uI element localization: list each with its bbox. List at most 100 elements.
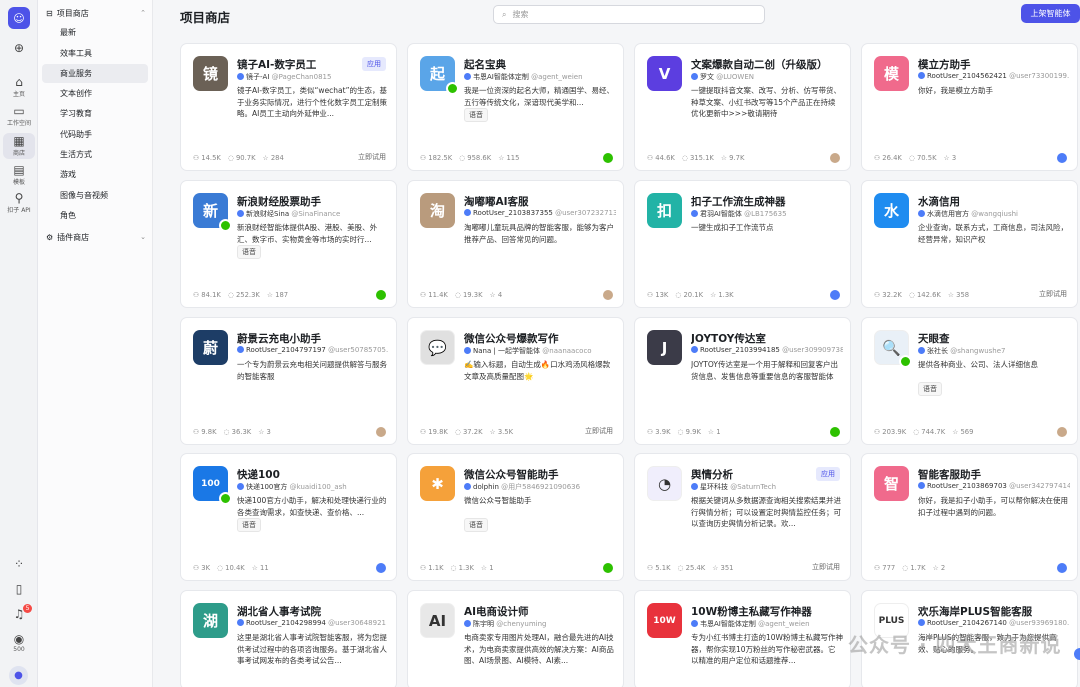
channel-icon bbox=[1057, 427, 1067, 437]
users-icon: ⚇ 11.4K bbox=[420, 291, 448, 299]
agent-card[interactable]: ✱ 微信公众号智能助手 dolphin @用户5846921090636 微信公众号智… bbox=[407, 453, 624, 581]
search-input[interactable]: ⌕ 搜索 bbox=[493, 5, 765, 24]
bell-icon[interactable]: ♫ bbox=[0, 608, 38, 621]
author-avatar bbox=[918, 347, 925, 354]
agent-card[interactable]: AI AI电商设计师 陈宇明 @chenyuming 电商卖家专用图片处理AI，融合最… bbox=[407, 590, 624, 687]
agent-card[interactable]: 100 快递100 快递100官方 @kuaidi100_ash 快递100官方小助手… bbox=[180, 453, 397, 581]
sidebar-item[interactable]: 效率工具 bbox=[42, 44, 148, 63]
sidebar-item[interactable]: 商业服务 bbox=[42, 64, 148, 83]
agent-description: 快递100官方小助手，解决和处理快递行业的各类查询需求，如查快递、查价格、... bbox=[237, 496, 387, 517]
chat-count-icon: ◌ 744.7K bbox=[913, 428, 946, 436]
agent-author: 韦恩AI智能体定制 @agent_weien bbox=[464, 72, 616, 82]
try-now-link[interactable]: 立即试用 bbox=[358, 152, 386, 162]
agent-card[interactable]: 水水滴信用 水滴信用官方 @wangqiushi 企业查询，联系方式，工商信息，司法… bbox=[861, 180, 1078, 308]
wechat-icon bbox=[219, 492, 232, 505]
author-avatar bbox=[237, 346, 244, 353]
sidebar-item[interactable]: 最新 bbox=[42, 23, 148, 42]
voice-chip: 语音 bbox=[237, 245, 261, 259]
sidebar-section-project-store[interactable]: ⊟ 项目商店 ⌃ bbox=[46, 3, 146, 23]
create-icon[interactable]: ⊕ bbox=[0, 42, 38, 55]
rail-workspace[interactable]: ▭ 工作空间 bbox=[0, 105, 38, 128]
star-icon: ☆ 3.5K bbox=[489, 428, 514, 436]
avatar[interactable]: ● bbox=[9, 666, 28, 685]
agent-author: RootUser_2103837355 @user3072327131 bbox=[464, 209, 616, 217]
sidebar-item[interactable]: 角色 bbox=[42, 206, 148, 225]
star-icon: ☆ 1 bbox=[480, 564, 494, 572]
agent-description: 专为小红书博主打造的10W粉博主私藏写作神器，帮你实现10万粉丝的写作秘密武器。… bbox=[691, 633, 843, 665]
agent-card[interactable]: 新新浪财经股票助手 新浪财经Sina @SinaFinance 新浪财经智能体提供A… bbox=[180, 180, 397, 308]
rail-templates[interactable]: ▤ 模板 bbox=[0, 163, 38, 187]
agent-avatar: 新 bbox=[193, 193, 232, 232]
try-now-link[interactable]: 立即试用 bbox=[1039, 289, 1067, 299]
agent-card[interactable]: 淘淘嘟嘟AI客服 RootUser_2103837355 @user3072327… bbox=[407, 180, 624, 308]
try-now-link[interactable]: 立即试用 bbox=[585, 426, 613, 436]
document-icon[interactable]: ▯ bbox=[0, 583, 38, 596]
sidebar-item[interactable]: 学习教育 bbox=[42, 104, 148, 123]
template-icon: ▤ bbox=[13, 163, 25, 177]
author-avatar bbox=[918, 210, 925, 217]
voice-chip: 语音 bbox=[464, 518, 488, 532]
agent-author: 快递100官方 @kuaidi100_ash bbox=[237, 482, 389, 492]
agent-description: 一个专为蔚景云充电相关问题提供解答与服务的智能客服 bbox=[237, 360, 387, 381]
sidebar-item[interactable]: 图像与音视频 bbox=[42, 186, 148, 205]
sidebar-item[interactable]: 文本创作 bbox=[42, 84, 148, 103]
agent-card[interactable]: 起起名宝典 韦恩AI智能体定制 @agent_weien 我是一位资深的起名大师，精… bbox=[407, 43, 624, 171]
agent-card[interactable]: 扣扣子工作流生成神器 君羽AI智能体 @LB175635 一键生成扣子工作流节点 ⚇ … bbox=[634, 180, 851, 308]
agent-author: 星环科技 @SaturnTech bbox=[691, 482, 843, 492]
sidebar-section-plugin-store[interactable]: ⚙ 插件商店 ⌄ bbox=[46, 227, 146, 247]
agent-card[interactable]: ◔ 舆情分析 应用 星环科技 @SaturnTech 根据关键词从多数据源查询相关搜索结… bbox=[634, 453, 851, 581]
users-icon: ⚇ 14.5K bbox=[193, 154, 221, 162]
agent-avatar: 🔍 bbox=[874, 330, 912, 368]
agent-author: Nana | 一起学智能体 @naanaacoco bbox=[464, 346, 616, 356]
sidebar-item[interactable]: 生活方式 bbox=[42, 145, 148, 164]
agent-card[interactable]: 蔚蔚景云充电小助手 RootUser_2104797197 @user507857… bbox=[180, 317, 397, 445]
app-tag: 应用 bbox=[362, 57, 386, 71]
coze-logo[interactable]: ☺ bbox=[8, 7, 30, 29]
agent-avatar: 100 bbox=[193, 466, 232, 505]
agent-name: JOYTOY传达室 bbox=[691, 333, 766, 345]
agent-card[interactable]: 镜镜子AI-数字员工 应用 镜子-AI @PageChan0815 镜子AI-数字员工… bbox=[180, 43, 397, 171]
sidebar-item[interactable]: 代码助手 bbox=[42, 125, 148, 144]
agent-name: 蔚景云充电小助手 bbox=[237, 333, 321, 345]
users-icon: ⚇ 203.9K bbox=[874, 428, 907, 436]
chat-count-icon: ◌ 1.3K bbox=[450, 564, 474, 572]
points-indicator[interactable]: ◉ 500 bbox=[0, 633, 38, 654]
grid-icon: ⊟ bbox=[46, 8, 53, 18]
agent-card[interactable]: 🔍 天眼查 张社长 @shangwushe7 提供各种商业、公司、法人详细信息 语音 ⚇ … bbox=[861, 317, 1078, 445]
agent-name: 文案爆款自动二创（升级版） bbox=[691, 59, 828, 71]
agent-avatar: ◔ bbox=[647, 466, 682, 501]
agent-name: 10W粉博主私藏写作神器 bbox=[691, 606, 812, 618]
agent-card[interactable]: 智智能客服助手 RootUser_2103869703 @user34279741… bbox=[861, 453, 1078, 581]
author-avatar bbox=[464, 209, 471, 216]
publish-agent-button[interactable]: 上架智能体 bbox=[1021, 4, 1080, 23]
agent-author: RootUser_2103994185 @user3099097381 bbox=[691, 346, 843, 354]
agent-avatar: 模 bbox=[874, 56, 909, 91]
agent-author: RootUser_2104267140 @user93969180... bbox=[918, 619, 1070, 627]
rail-store[interactable]: ▦ 商店 bbox=[3, 133, 35, 159]
users-icon: ⚇ 5.1K bbox=[647, 564, 671, 572]
agent-card[interactable]: 模模立方助手 RootUser_2104562421 @user73300199.… bbox=[861, 43, 1078, 171]
star-icon: ☆ 3 bbox=[943, 154, 957, 162]
wechat-icon bbox=[446, 82, 459, 95]
agent-author: RootUser_2104298994 @user30648921 bbox=[237, 619, 389, 627]
floating-button[interactable] bbox=[1074, 648, 1080, 660]
users-icon: ⚇ 44.6K bbox=[647, 154, 675, 162]
agent-description: 根据关键词从多数据源查询相关搜索结果并进行舆情分析；可以设置定时舆情监控任务；可… bbox=[691, 496, 841, 528]
page-title: 项目商店 bbox=[180, 10, 231, 25]
sidebar-item[interactable]: 游戏 bbox=[42, 165, 148, 184]
author-avatar bbox=[918, 72, 925, 79]
rail-api[interactable]: ⚲ 扣子 API bbox=[0, 192, 38, 215]
agent-card[interactable]: 10W 10W粉博主私藏写作神器 韦恩AI智能体定制 @agent_weien 专为小… bbox=[634, 590, 851, 687]
agent-author: 水滴信用官方 @wangqiushi bbox=[918, 209, 1070, 219]
rail-home[interactable]: ⌂ 主页 bbox=[0, 76, 38, 99]
try-now-link[interactable]: 立即试用 bbox=[812, 562, 840, 572]
agent-card[interactable]: V 文案爆款自动二创（升级版） 罗文 @LUOWEN 一键提取抖音文案、改写、分析、仿… bbox=[634, 43, 851, 171]
chat-count-icon: ◌ 37.2K bbox=[454, 428, 483, 436]
chat-count-icon: ◌ 9.9K bbox=[677, 428, 701, 436]
agent-card[interactable]: 💬 微信公众号爆款写作 Nana | 一起学智能体 @naanaacoco ✍️输入标… bbox=[407, 317, 624, 445]
agent-author: 镜子-AI @PageChan0815 bbox=[237, 72, 389, 82]
agent-card[interactable]: J JOYTOY传达室 RootUser_2103994185 @user30990… bbox=[634, 317, 851, 445]
chat-count-icon: ◌ 315.1K bbox=[681, 154, 714, 162]
agent-card[interactable]: 湖湖北省人事考试院 RootUser_2104298994 @user306489… bbox=[180, 590, 397, 687]
apps-icon[interactable]: ⁘ bbox=[0, 558, 38, 571]
